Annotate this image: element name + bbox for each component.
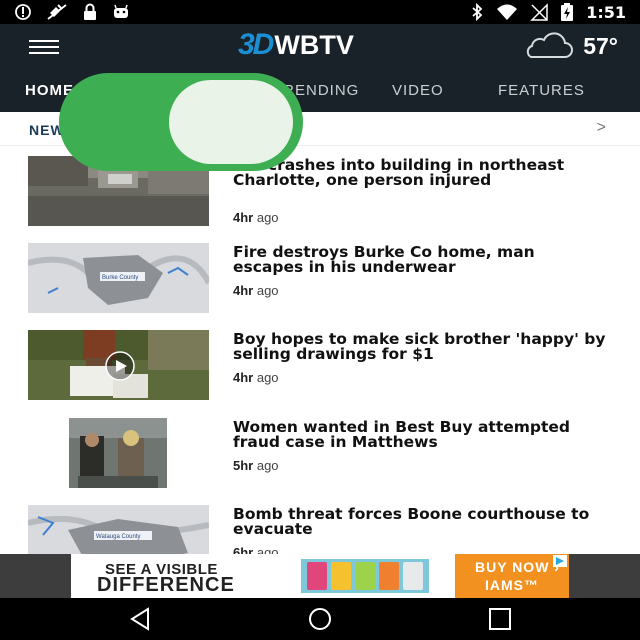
news-headline[interactable]: Women wanted in Best Buy attempted fraud… (233, 419, 608, 450)
android-icon (114, 4, 128, 18)
news-item[interactable]: Watauga County Bomb threat forces Boone … (0, 505, 640, 554)
news-headline[interactable]: Bomb threat forces Boone courthouse to e… (233, 506, 608, 537)
news-headline[interactable]: Fire destroys Burke Co home, man escapes… (233, 244, 608, 275)
back-icon[interactable] (126, 606, 156, 632)
weather-widget[interactable]: 57° (521, 30, 618, 62)
recents-icon[interactable] (485, 606, 515, 632)
temperature: 57° (583, 32, 618, 59)
news-thumbnail: Watauga County (28, 505, 209, 554)
news-thumbnail (28, 330, 209, 400)
news-headline[interactable]: Car crashes into building in northeast C… (233, 157, 608, 188)
info-icon (15, 4, 31, 20)
tab-features[interactable]: FEATURES (498, 82, 585, 99)
news-item[interactable]: Burke County Fire destroys Burke Co home… (0, 243, 640, 327)
tab-video[interactable]: VIDEO (392, 82, 444, 99)
logo-prefix: 3D (238, 28, 274, 61)
chevron-right-icon[interactable]: > (597, 119, 606, 137)
news-timestamp: 4hr ago (233, 283, 279, 298)
no-satellite-icon (47, 4, 67, 20)
news-thumbnail (28, 418, 209, 488)
cloud-icon (527, 32, 574, 58)
ad-strip: SEE A VISIBLE DIFFERENCE BUY NOW › IAMS™ (0, 554, 640, 598)
menu-icon[interactable] (29, 40, 59, 54)
battery-charging-icon (561, 3, 574, 21)
news-item[interactable]: Women wanted in Best Buy attempted fraud… (0, 418, 640, 502)
bluetooth-icon (472, 3, 483, 21)
ad-cta: BUY NOW › (475, 559, 560, 575)
ad-brand: IAMS™ (485, 577, 539, 593)
news-timestamp: 6hr ago (233, 545, 279, 554)
news-headline[interactable]: Boy hopes to make sick brother 'happy' b… (233, 331, 608, 362)
status-bar: 1:51 (0, 0, 640, 24)
ad-choices-icon[interactable] (553, 555, 567, 567)
wbtv-logo[interactable]: 3D WBTV (238, 28, 354, 61)
app-bar: 3D WBTV 57° (0, 24, 640, 68)
map-label: Watauga County (96, 534, 140, 540)
ad-product-image (301, 559, 429, 593)
ad-buy-button[interactable]: BUY NOW › IAMS™ (455, 554, 569, 598)
wifi-icon (497, 4, 518, 20)
lock-icon (84, 3, 96, 20)
news-timestamp: 4hr ago (233, 210, 279, 225)
toggle-knob[interactable] (169, 80, 293, 164)
banner-ad[interactable]: SEE A VISIBLE DIFFERENCE BUY NOW › IAMS™ (71, 554, 569, 598)
navigation-bar (0, 598, 640, 640)
news-thumbnail: Burke County (28, 243, 209, 313)
news-item[interactable]: Boy hopes to make sick brother 'happy' b… (0, 330, 640, 414)
toggle-switch[interactable] (59, 73, 303, 171)
news-timestamp: 5hr ago (233, 458, 279, 473)
news-timestamp: 4hr ago (233, 370, 279, 385)
logo-text: WBTV (274, 29, 354, 60)
map-label: Burke County (102, 275, 138, 281)
status-time: 1:51 (586, 2, 626, 22)
home-icon[interactable] (305, 606, 335, 632)
no-signal-icon (530, 3, 548, 21)
ad-line2: DIFFERENCE (97, 574, 235, 596)
